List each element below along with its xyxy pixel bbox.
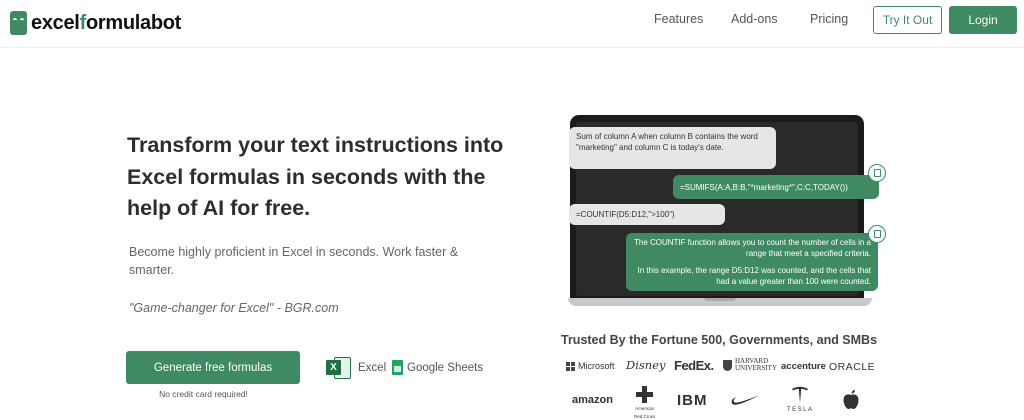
harvard-shield-icon [723, 359, 732, 371]
laptop-base [568, 298, 872, 306]
no-credit-card-note: No credit card required! [159, 389, 248, 399]
apple-icon [843, 390, 859, 409]
trusted-heading: Trusted By the Fortune 500, Governments,… [561, 333, 878, 347]
chat-user-message: =COUNTIF(D5:D12,">100") [569, 204, 725, 225]
disney-logo: Disney [626, 358, 666, 372]
microsoft-icon [566, 361, 575, 371]
explanation-paragraph: In this example, the range D5:D12 was co… [637, 266, 871, 286]
tesla-t-icon [792, 386, 809, 403]
excel-badge: X Excel [326, 356, 386, 380]
login-button[interactable]: Login [949, 6, 1017, 34]
top-nav: excelformulabot Features Add-ons Pricing… [0, 0, 1024, 48]
hero-headline: Transform your text instructions into Ex… [127, 133, 504, 220]
nav-link-features[interactable]: Features [654, 12, 703, 26]
fedex-logo: FedEx. [674, 358, 714, 373]
nike-swoosh-icon [731, 395, 760, 405]
cross-icon [636, 386, 654, 403]
apple-logo [842, 389, 860, 410]
accenture-logo: accenture [781, 361, 826, 372]
google-sheets-icon [392, 360, 403, 375]
amazon-logo: amazon [572, 394, 613, 406]
chat-ai-explanation: The COUNTIF function allows you to count… [626, 233, 878, 291]
google-sheets-badge: Google Sheets [392, 360, 483, 375]
red-cross-logo: American Red Cross [634, 386, 655, 419]
excel-icon: X [326, 356, 352, 380]
explanation-paragraph: The COUNTIF function allows you to count… [634, 238, 871, 258]
chat-ai-formula: =SUMIFS(A:A,B:B,"*marketing*",C:C,TODAY(… [673, 175, 879, 199]
oracle-logo: ORACLE [829, 361, 876, 373]
logo[interactable]: excelformulabot [10, 11, 181, 35]
generate-formulas-button[interactable]: Generate free formulas [126, 351, 300, 384]
google-sheets-label: Google Sheets [407, 361, 484, 374]
chat-user-message: Sum of column A when column B contains t… [569, 127, 776, 169]
copy-icon[interactable] [868, 164, 886, 182]
tesla-logo: TESLA [787, 386, 814, 413]
logo-icon [10, 11, 27, 35]
hero-subtext: Become highly proficient in Excel in sec… [129, 245, 459, 277]
press-quote: "Game-changer for Excel" - BGR.com [129, 301, 339, 315]
copy-icon[interactable] [868, 225, 886, 243]
logo-text: excelformulabot [31, 11, 182, 34]
nav-link-pricing[interactable]: Pricing [810, 12, 848, 26]
nike-logo [730, 393, 762, 407]
try-it-out-button[interactable]: Try It Out [873, 6, 942, 34]
ibm-logo: IBM [677, 392, 708, 409]
excel-label: Excel [358, 362, 387, 374]
harvard-logo: HARVARD UNIVERSITY [723, 358, 777, 372]
microsoft-logo: Microsoft [566, 361, 615, 371]
nav-link-addons[interactable]: Add-ons [731, 12, 778, 26]
